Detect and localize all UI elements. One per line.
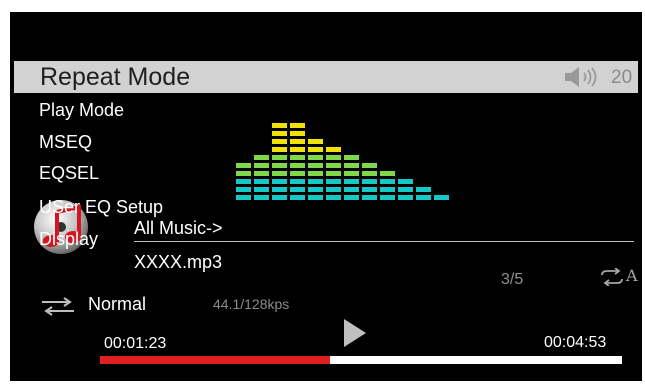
elapsed-time: 00:01:23 (104, 335, 167, 352)
eq-segment (398, 195, 413, 200)
eq-segment (362, 163, 377, 168)
eq-segment (308, 187, 323, 192)
repeat-icon[interactable] (598, 268, 626, 286)
eq-segment (290, 139, 305, 144)
eq-segment (380, 179, 395, 184)
eq-segment (362, 195, 377, 200)
divider (134, 241, 634, 242)
title-bar: Repeat Mode 20 (14, 61, 638, 93)
progress-fill (100, 356, 330, 364)
eq-segment (362, 187, 377, 192)
eq-segment (416, 195, 431, 200)
eq-segment (236, 195, 251, 200)
eq-segment (380, 171, 395, 176)
eq-segment (344, 195, 359, 200)
eq-segment (308, 195, 323, 200)
eq-segment (434, 195, 449, 200)
track-index: 3/5 (501, 271, 524, 288)
eq-segment (254, 195, 269, 200)
eq-segment (308, 155, 323, 160)
eq-segment (326, 147, 341, 152)
page-title: Repeat Mode (40, 63, 191, 91)
total-time: 00:04:53 (544, 334, 607, 351)
eq-segment (290, 179, 305, 184)
eq-segment (380, 195, 395, 200)
eq-segment (398, 187, 413, 192)
eq-segment (416, 187, 431, 192)
eq-segment (290, 171, 305, 176)
player-screen: Repeat Mode 20 Play Mode MSEQ EQSEL USer… (10, 12, 642, 381)
eq-segment (326, 171, 341, 176)
menu-item-play-mode[interactable]: Play Mode (39, 100, 124, 121)
track-filename: XXXX.mp3 (134, 252, 223, 272)
eq-segment (290, 163, 305, 168)
breadcrumb[interactable]: All Music-> (134, 218, 223, 239)
menu-item-user-eq-setup[interactable]: USer EQ Setup (39, 197, 163, 218)
play-icon[interactable] (343, 318, 367, 348)
eq-segment (362, 179, 377, 184)
eq-segment (344, 163, 359, 168)
eq-segment (236, 163, 251, 168)
eq-segment (290, 131, 305, 136)
eq-segment (272, 139, 287, 144)
eq-segment (362, 171, 377, 176)
eq-segment (308, 171, 323, 176)
eq-segment (290, 187, 305, 192)
eq-segment (272, 131, 287, 136)
eq-segment (272, 195, 287, 200)
eq-segment (308, 147, 323, 152)
menu-item-eqsel[interactable]: EQSEL (39, 163, 99, 184)
eq-segment (344, 179, 359, 184)
eq-segment (236, 171, 251, 176)
eq-segment (290, 195, 305, 200)
speaker-icon[interactable] (563, 66, 607, 88)
eq-segment (272, 179, 287, 184)
eq-segment (272, 147, 287, 152)
eq-segment (326, 195, 341, 200)
volume-level: 20 (611, 67, 633, 88)
eq-segment (236, 179, 251, 184)
eq-segment (308, 163, 323, 168)
eq-segment (290, 147, 305, 152)
eq-segment (308, 139, 323, 144)
eq-segment (254, 155, 269, 160)
eq-segment (272, 163, 287, 168)
eq-segment (272, 171, 287, 176)
eq-segment (272, 187, 287, 192)
eq-segment (254, 163, 269, 168)
eq-segment (290, 155, 305, 160)
play-mode-label: Normal (88, 294, 147, 314)
eq-segment (254, 179, 269, 184)
play-mode-icon[interactable] (40, 296, 76, 316)
eq-segment (344, 171, 359, 176)
eq-segment (326, 187, 341, 192)
eq-segment (326, 179, 341, 184)
equalizer-visualizer (236, 123, 449, 200)
eq-segment (236, 187, 251, 192)
eq-segment (344, 187, 359, 192)
eq-segment (272, 123, 287, 128)
bitrate-label: 44.1/128kps (213, 296, 290, 312)
eq-segment (326, 163, 341, 168)
eq-segment (398, 179, 413, 184)
eq-segment (254, 187, 269, 192)
eq-segment (380, 187, 395, 192)
menu-item-mseq[interactable]: MSEQ (39, 132, 92, 153)
repeat-mode-label: A (626, 266, 638, 285)
eq-segment (326, 155, 341, 160)
progress-bar[interactable] (100, 356, 622, 364)
eq-segment (290, 123, 305, 128)
eq-segment (254, 171, 269, 176)
eq-segment (344, 155, 359, 160)
menu-item-display[interactable]: Display (39, 229, 98, 250)
eq-segment (308, 179, 323, 184)
eq-segment (272, 155, 287, 160)
